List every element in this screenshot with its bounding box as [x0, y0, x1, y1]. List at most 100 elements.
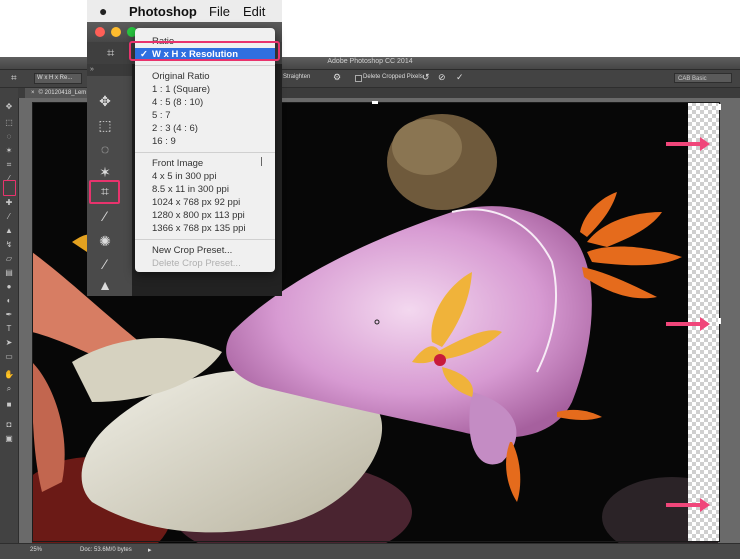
screen-mode-icon[interactable]: ▣	[4, 434, 14, 444]
pink-arrow-bottom	[666, 498, 710, 512]
menu-item-label: Ratio	[152, 36, 175, 47]
mac-menu-bar: ● Photoshop File Edit	[87, 0, 282, 23]
quick-mask-icon[interactable]: ◘	[4, 420, 14, 430]
menu-file[interactable]: File	[209, 4, 230, 19]
workspace-select[interactable]: CAB Basic	[674, 73, 732, 83]
menu-item-wxh-resolution[interactable]: ✓ W x H x Resolution	[135, 48, 275, 61]
status-menu-arrow-icon[interactable]: ▸	[148, 546, 152, 554]
menu-item-label: W x H x Resolution	[152, 49, 239, 60]
inset-tools-panel: » ✥ ⬚ ◌ ✶ ⌗ ⁄ ✺ ⁄ ▲	[87, 64, 132, 296]
pink-arrow-middle	[666, 317, 710, 331]
zoom-tool-icon[interactable]: ⌕	[4, 384, 14, 394]
menu-item-delete-crop-preset: Delete Crop Preset...	[135, 257, 275, 270]
blur-tool-icon[interactable]: ●	[4, 282, 14, 292]
inset-brush-icon[interactable]: ⁄	[93, 255, 117, 273]
inset-crop-tool-icon[interactable]: ⌗	[93, 182, 117, 200]
gear-icon[interactable]: ⚙	[333, 72, 341, 83]
marquee-tool-icon[interactable]: ⬚	[4, 118, 14, 128]
menu-item-label: 1 : 1 (Square)	[152, 84, 211, 95]
crop-ratio-select[interactable]: W x H x Re...	[34, 73, 82, 84]
dodge-tool-icon[interactable]: ◐	[4, 296, 14, 306]
app-menu-photoshop[interactable]: Photoshop	[129, 4, 197, 19]
inset-tools-header: »	[87, 64, 132, 76]
menu-item-original-ratio[interactable]: Original Ratio	[135, 70, 275, 83]
menu-item-label: 1280 x 800 px 113 ppi	[152, 210, 245, 221]
brush-tool-icon[interactable]: ⁄	[4, 212, 14, 222]
crop-tool-icon[interactable]: ⌗	[11, 73, 17, 84]
document-info: Doc: 53.6M/0 bytes	[80, 547, 132, 553]
crop-handle-top[interactable]	[372, 101, 378, 104]
menu-edit[interactable]: Edit	[243, 4, 265, 19]
menu-item-square[interactable]: 1 : 1 (Square)	[135, 83, 275, 96]
menu-separator	[135, 65, 275, 66]
text-cursor-icon	[261, 157, 262, 166]
menu-item-8-5x11-300[interactable]: 8.5 x 11 in 300 ppi	[135, 183, 275, 196]
inset-stamp-icon[interactable]: ▲	[93, 276, 117, 294]
tools-panel: ✥ ⬚ ◌ ✶ ⌗ ⁄ ✚ ⁄ ▲ ↯ ▱ ▤ ● ◐ ✒ T ➤ ▭ ✋ ⌕ …	[0, 88, 19, 543]
menu-item-label: Original Ratio	[152, 71, 210, 82]
crop-ratio-dropdown: Ratio ✓ W x H x Resolution Original Ratio…	[135, 28, 275, 272]
menu-item-label: 1366 x 768 px 135 ppi	[152, 223, 246, 234]
commit-check-icon[interactable]: ✓	[456, 72, 464, 83]
delete-cropped-pixels-label: Delete Cropped Pixels	[363, 74, 423, 80]
inset-crop-icon[interactable]: ⌗	[107, 45, 114, 61]
menu-item-label: 1024 x 768 px 92 ppi	[152, 197, 241, 208]
menu-item-label: New Crop Preset...	[152, 245, 233, 256]
checkmark-icon: ✓	[140, 49, 148, 60]
menu-item-1024x768[interactable]: 1024 x 768 px 92 ppi	[135, 196, 275, 209]
menu-item-label: 2 : 3 (4 : 6)	[152, 123, 198, 134]
apple-logo-icon[interactable]: ●	[99, 3, 107, 19]
shape-tool-icon[interactable]: ▭	[4, 352, 14, 362]
crop-handle-top-right[interactable]	[718, 104, 721, 110]
menu-separator	[135, 239, 275, 240]
lasso-tool-icon[interactable]: ◌	[4, 132, 14, 142]
cancel-icon[interactable]: ⊘	[438, 72, 446, 83]
history-brush-icon[interactable]: ↯	[4, 240, 14, 250]
menu-item-1366x768[interactable]: 1366 x 768 px 135 ppi	[135, 222, 275, 235]
menu-item-ratio[interactable]: Ratio	[135, 35, 275, 48]
menu-item-16-9[interactable]: 16 : 9	[135, 135, 275, 148]
stamp-tool-icon[interactable]: ▲	[4, 226, 14, 236]
menu-item-5-7[interactable]: 5 : 7	[135, 109, 275, 122]
inset-lasso-tool-icon[interactable]: ◌	[93, 140, 117, 158]
menu-item-4-5[interactable]: 4 : 5 (8 : 10)	[135, 96, 275, 109]
gradient-tool-icon[interactable]: ▤	[4, 268, 14, 278]
menu-item-label: 16 : 9	[152, 136, 176, 147]
menu-item-label: 5 : 7	[152, 110, 171, 121]
healing-tool-icon[interactable]: ✚	[4, 198, 14, 208]
menu-item-4x5-300[interactable]: 4 x 5 in 300 ppi	[135, 170, 275, 183]
color-swatches-icon[interactable]: ■	[4, 400, 14, 410]
zoom-level[interactable]: 25%	[30, 547, 42, 553]
eraser-tool-icon[interactable]: ▱	[4, 254, 14, 264]
menu-separator	[135, 152, 275, 153]
inset-move-tool-icon[interactable]: ✥	[93, 92, 117, 110]
inset-quick-select-icon[interactable]: ✶	[93, 163, 117, 181]
close-window-button[interactable]	[95, 27, 105, 37]
menu-item-2-3[interactable]: 2 : 3 (4 : 6)	[135, 122, 275, 135]
crop-handle-right[interactable]	[718, 318, 721, 324]
menu-item-label: 4 : 5 (8 : 10)	[152, 97, 204, 108]
menu-item-1280x800[interactable]: 1280 x 800 px 113 ppi	[135, 209, 275, 222]
type-tool-icon[interactable]: T	[4, 324, 14, 334]
menu-item-label: 8.5 x 11 in 300 ppi	[152, 184, 229, 195]
menu-item-label: 4 x 5 in 300 ppi	[152, 171, 217, 182]
document-tab-label: © 20120418_Lem	[38, 90, 87, 96]
hand-tool-icon[interactable]: ✋	[4, 370, 14, 380]
crop-tool-small-icon[interactable]: ⌗	[4, 160, 14, 170]
inset-marquee-tool-icon[interactable]: ⬚	[93, 116, 117, 134]
path-select-tool-icon[interactable]: ➤	[4, 338, 14, 348]
crop-tool-highlight	[3, 180, 16, 196]
inset-eyedropper-icon[interactable]: ⁄	[93, 207, 117, 225]
straighten-button[interactable]: Straighten	[283, 74, 310, 80]
delete-cropped-pixels-checkbox[interactable]	[355, 75, 362, 82]
inset-healing-icon[interactable]: ✺	[93, 232, 117, 250]
menu-item-label: Front Image	[152, 158, 204, 169]
menu-item-new-crop-preset[interactable]: New Crop Preset...	[135, 244, 275, 257]
menu-item-front-image[interactable]: Front Image	[135, 157, 275, 170]
move-tool-icon[interactable]: ✥	[4, 102, 14, 112]
minimize-window-button[interactable]	[111, 27, 121, 37]
close-tab-icon[interactable]: ×	[31, 90, 35, 96]
reset-icon[interactable]: ↺	[422, 72, 430, 83]
pen-tool-icon[interactable]: ✒	[4, 310, 14, 320]
quick-select-tool-icon[interactable]: ✶	[4, 146, 14, 156]
